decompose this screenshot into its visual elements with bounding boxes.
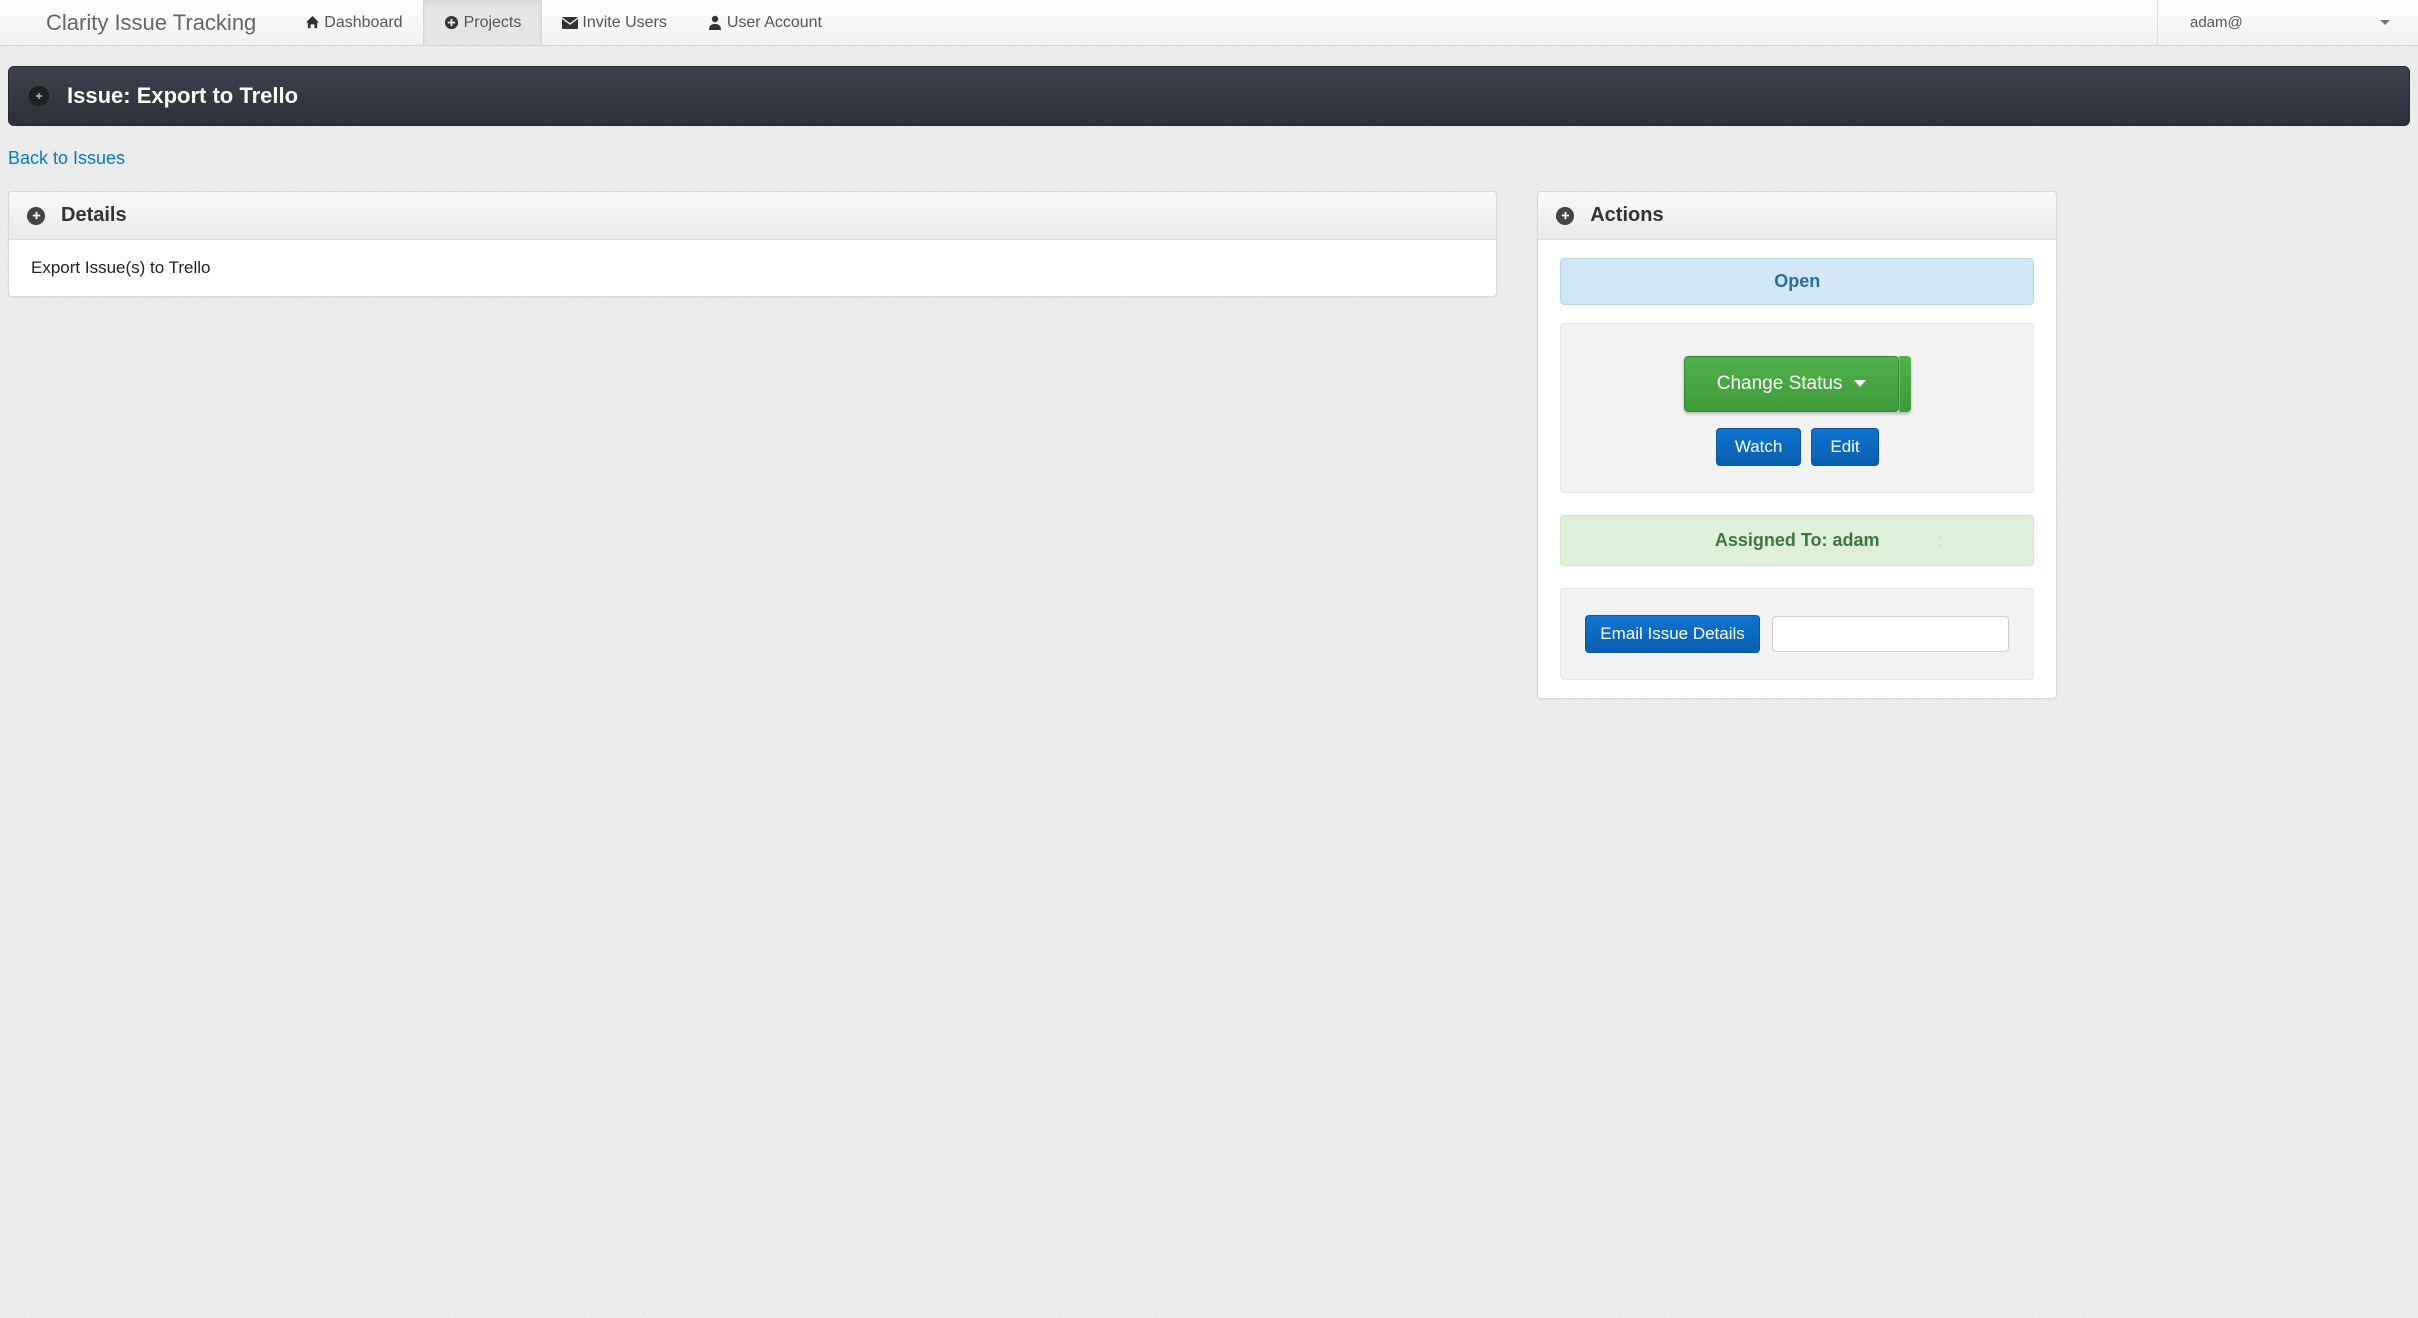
nav-label: Invite Users (582, 14, 666, 32)
nav-user-account[interactable]: User Account (687, 0, 842, 45)
issue-title: Issue: Export to Trello (67, 83, 298, 109)
assigned-ellipsis-icon[interactable]: : (1937, 530, 1943, 551)
page-container: Issue: Export to Trello Back to Issues D… (0, 46, 2418, 739)
two-column-layout: Details Export Issue(s) to Trello Action… (8, 191, 2410, 719)
details-panel: Details Export Issue(s) to Trello (8, 191, 1497, 297)
user-icon (707, 15, 723, 31)
user-menu-label: adam@ (2190, 14, 2243, 31)
nav-right: adam@ (2157, 0, 2418, 45)
status-badge: Open (1560, 258, 2034, 305)
back-to-issues-link[interactable]: Back to Issues (8, 148, 125, 169)
issue-description: Export Issue(s) to Trello (31, 258, 211, 277)
expand-icon (1556, 207, 1574, 225)
caret-down-icon (2380, 20, 2390, 25)
details-panel-header[interactable]: Details (9, 192, 1496, 240)
actions-header-title: Actions (1590, 204, 1663, 227)
nav-dashboard[interactable]: Dashboard (284, 0, 422, 45)
issue-header-bar: Issue: Export to Trello (8, 66, 2410, 126)
assigned-to-label: Assigned To: adam (1715, 530, 1880, 550)
caret-down-icon (1854, 380, 1866, 387)
nav-label: User Account (727, 14, 822, 32)
change-status-button[interactable]: Change Status (1684, 356, 1899, 412)
actions-body: Open Change Status Watch Edit (1538, 240, 2056, 698)
actions-panel-header[interactable]: Actions (1538, 192, 2056, 240)
top-navbar: Clarity Issue Tracking Dashboard Project… (0, 0, 2418, 46)
status-action-box: Change Status Watch Edit (1560, 323, 2034, 493)
change-status-split[interactable] (1899, 356, 1911, 412)
nav-invite-users[interactable]: Invite Users (542, 0, 686, 45)
edit-button[interactable]: Edit (1811, 428, 1878, 466)
details-header-title: Details (61, 204, 127, 227)
user-menu-dropdown[interactable]: adam@ (2158, 0, 2418, 45)
mail-icon (562, 15, 578, 31)
expand-icon (27, 207, 45, 225)
change-status-label: Change Status (1717, 373, 1843, 394)
left-column: Details Export Issue(s) to Trello (8, 191, 1497, 317)
collapse-toggle-icon[interactable] (29, 86, 49, 106)
actions-panel: Actions Open Change Status W (1537, 191, 2057, 699)
details-body: Export Issue(s) to Trello (9, 240, 1496, 296)
email-recipient-input[interactable] (1772, 616, 2009, 652)
home-icon (304, 15, 320, 31)
nav-label: Dashboard (324, 14, 402, 32)
app-brand[interactable]: Clarity Issue Tracking (0, 0, 284, 45)
nav-tabs: Dashboard Projects Invite Users User Acc… (284, 0, 842, 45)
nav-label: Projects (464, 14, 522, 32)
right-column: Actions Open Change Status W (1537, 191, 2057, 719)
assigned-to-box: Assigned To: adam : (1560, 515, 2034, 566)
nav-projects[interactable]: Projects (423, 0, 543, 45)
plus-circle-icon (444, 15, 460, 31)
watch-button[interactable]: Watch (1716, 428, 1802, 466)
email-issue-box: Email Issue Details (1560, 588, 2034, 680)
email-issue-details-button[interactable]: Email Issue Details (1585, 615, 1760, 653)
